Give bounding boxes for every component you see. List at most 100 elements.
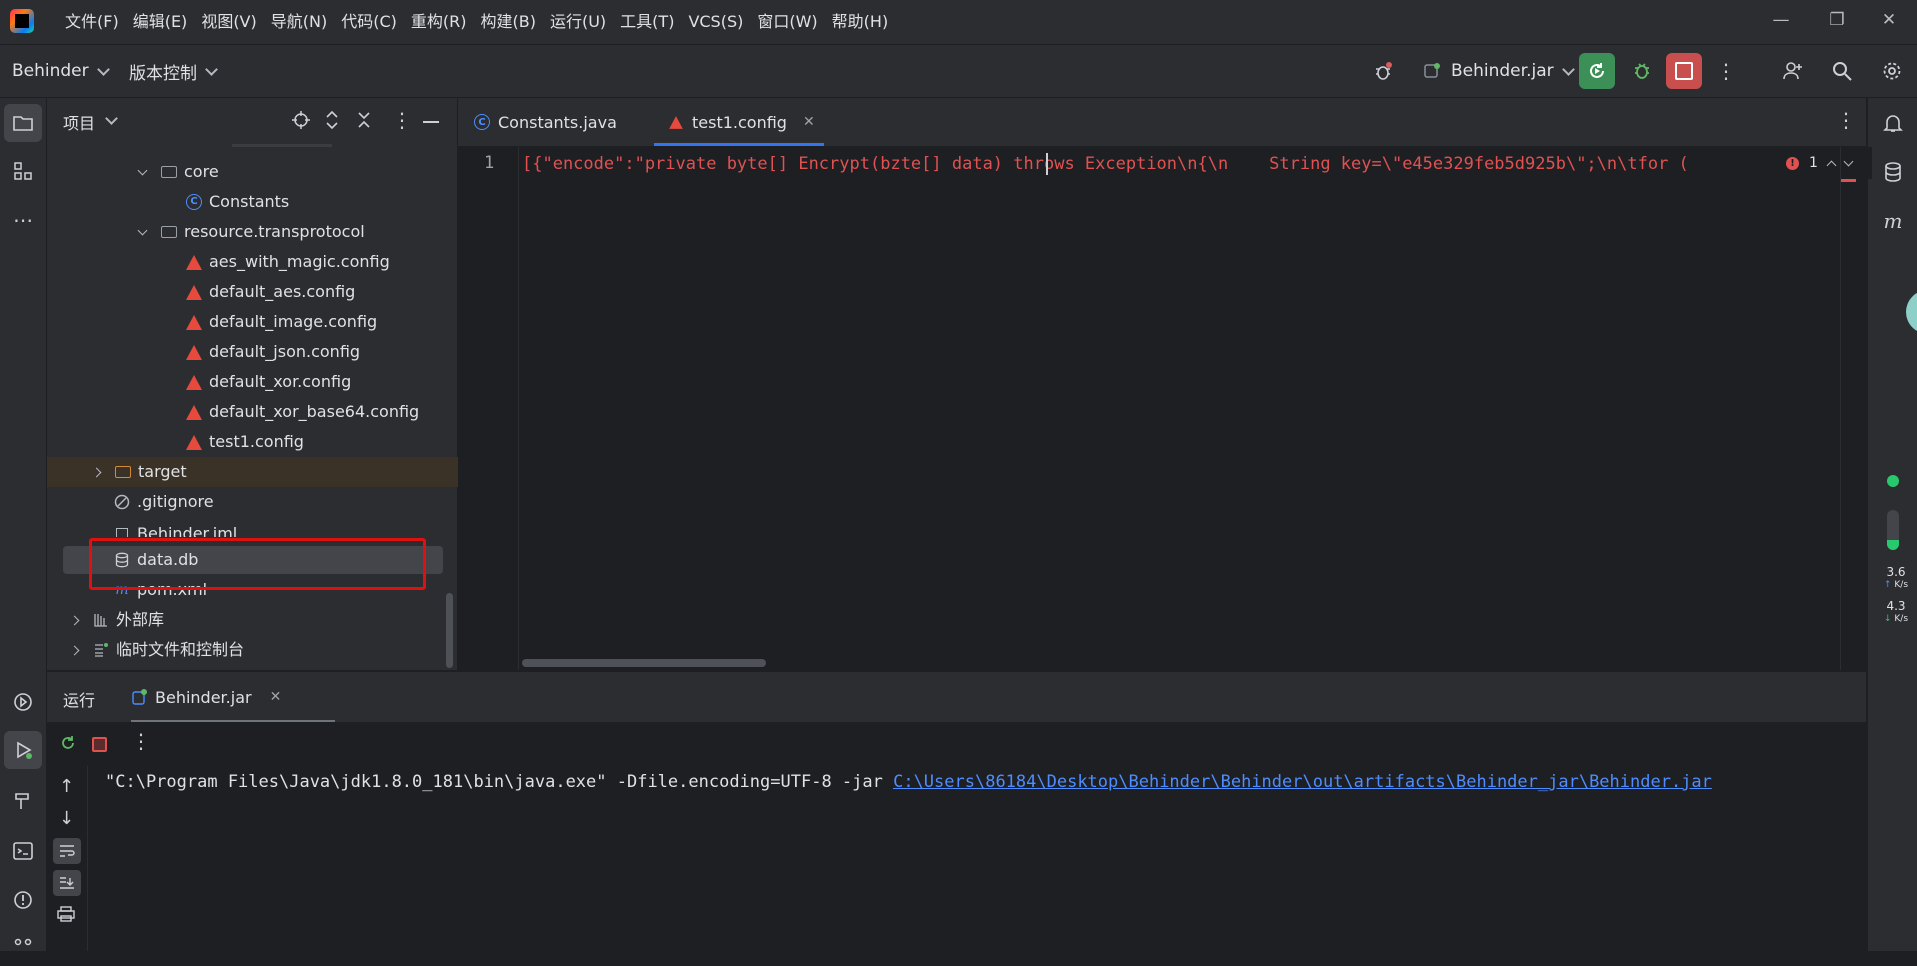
- scroll-to-end-icon[interactable]: [53, 870, 81, 896]
- more-horizontal-icon[interactable]: ⋯: [4, 201, 42, 239]
- collapse-all-icon[interactable]: [356, 110, 372, 134]
- menu-help[interactable]: 帮助(H): [825, 0, 896, 44]
- soft-wrap-icon[interactable]: [53, 838, 81, 864]
- rerun-icon[interactable]: [59, 734, 77, 756]
- chevron-down-icon[interactable]: [137, 165, 148, 175]
- run-panel-header: 运行 Behinder.jar ✕: [47, 671, 1866, 723]
- ignore-file-icon: [113, 493, 131, 511]
- chevron-right-icon[interactable]: [91, 467, 102, 477]
- menu-run[interactable]: 运行(U): [543, 0, 613, 44]
- menu-file[interactable]: 文件(F): [58, 0, 126, 44]
- terminal-icon[interactable]: [4, 832, 42, 870]
- tree-item-behinder-iml[interactable]: Behinder.iml: [47, 517, 523, 537]
- config-file-icon: [185, 403, 203, 421]
- tree-item-gitignore[interactable]: .gitignore: [47, 487, 523, 517]
- tab-test1-config[interactable]: test1.config ✕: [668, 98, 815, 146]
- scroll-up-icon[interactable]: ↑: [59, 776, 74, 797]
- run-tab-behinder-jar[interactable]: Behinder.jar ✕: [131, 672, 281, 722]
- problem-count: 1: [1809, 155, 1818, 171]
- run-console: ⋮ ↑ ↓ "C:\Program Files\Java\jdk1.8.0_18…: [47, 722, 1866, 951]
- config-file-icon: [185, 253, 203, 271]
- status-dot-icon: [1887, 475, 1899, 487]
- menu-window[interactable]: 窗口(W): [750, 0, 824, 44]
- assistant-bubble-icon[interactable]: [1906, 290, 1917, 334]
- chevron-right-icon[interactable]: [69, 615, 80, 625]
- hide-panel-icon[interactable]: [423, 121, 439, 123]
- tree-item-label: resource.transprotocol: [184, 222, 365, 241]
- rerun-icon[interactable]: [1579, 53, 1615, 89]
- scroll-down-icon[interactable]: ↓: [59, 808, 74, 829]
- menu-edit[interactable]: 编辑(E): [126, 0, 195, 44]
- code-editor[interactable]: 1 [{"encode":"private byte[] Encrypt(bzt…: [458, 147, 1872, 670]
- git-icon[interactable]: [4, 928, 42, 966]
- vcs-dropdown[interactable]: 版本控制: [129, 45, 218, 97]
- menu-navigate[interactable]: 导航(N): [264, 0, 334, 44]
- tree-item-label: default_aes.config: [209, 282, 356, 301]
- title-bar: 文件(F) 编辑(E) 视图(V) 导航(N) 代码(C) 重构(R) 构建(B…: [0, 0, 1917, 45]
- inspection-widget[interactable]: ! 1: [1780, 147, 1872, 179]
- close-window-icon[interactable]: ✕: [1860, 0, 1917, 40]
- tree-item-target[interactable]: target: [47, 457, 503, 487]
- tab-constants-java[interactable]: C Constants.java: [474, 98, 617, 146]
- maven-icon[interactable]: m: [1874, 202, 1912, 240]
- problems-icon[interactable]: [4, 881, 42, 919]
- scroll-gutter-line: [1840, 147, 1841, 670]
- print-icon[interactable]: [57, 906, 75, 926]
- net-down-readout: 4.3 ↓ K/s: [1876, 600, 1916, 626]
- close-tab-icon[interactable]: ✕: [270, 689, 282, 705]
- services-icon[interactable]: [4, 683, 42, 721]
- project-dropdown[interactable]: Behinder: [12, 45, 110, 97]
- tree-item-label: target: [138, 462, 187, 481]
- main-toolbar: Behinder 版本控制 Behinder.jar ⋮: [0, 45, 1917, 98]
- menu-code[interactable]: 代码(C): [334, 0, 404, 44]
- console-jar-link[interactable]: C:\Users\86184\Desktop\Behinder\Behinder…: [893, 772, 1712, 792]
- previous-problem-icon[interactable]: [1826, 160, 1837, 170]
- tree-item-external-libraries[interactable]: 外部库: [47, 605, 481, 635]
- net-up-readout: 3.6 ↑ K/s: [1876, 566, 1916, 592]
- menu-view[interactable]: 视图(V): [194, 0, 263, 44]
- chevron-down-icon[interactable]: [105, 112, 118, 125]
- project-folder-icon[interactable]: [4, 104, 42, 142]
- menu-build[interactable]: 构建(B): [474, 0, 543, 44]
- expand-all-icon[interactable]: [324, 110, 340, 134]
- add-user-icon[interactable]: [1775, 53, 1811, 89]
- project-panel-title[interactable]: 项目: [63, 110, 95, 134]
- structure-icon[interactable]: [4, 152, 42, 190]
- debug-off-icon[interactable]: [1365, 53, 1401, 89]
- net-down-unit: K/s: [1894, 614, 1909, 624]
- restore-icon[interactable]: ❐: [1808, 0, 1866, 40]
- run-tab-label: Behinder.jar: [155, 687, 252, 707]
- package-folder-icon: [160, 223, 178, 241]
- database-icon[interactable]: [1874, 153, 1912, 191]
- settings-icon[interactable]: [1874, 53, 1910, 89]
- run-config-dropdown[interactable]: Behinder.jar: [1423, 45, 1575, 97]
- more-vertical-icon[interactable]: ⋮: [1708, 53, 1744, 89]
- notifications-bell-icon[interactable]: [1874, 104, 1912, 142]
- chevron-down-icon[interactable]: [137, 225, 148, 235]
- horizontal-scrollbar[interactable]: [522, 659, 766, 667]
- menu-tools[interactable]: 工具(T): [613, 0, 681, 44]
- next-problem-icon[interactable]: [1843, 156, 1854, 166]
- menu-vcs[interactable]: VCS(S): [681, 0, 750, 44]
- options-vertical-icon[interactable]: ⋮: [392, 108, 412, 132]
- menu-refactor[interactable]: 重构(R): [404, 0, 474, 44]
- build-hammer-icon[interactable]: [4, 782, 42, 820]
- stop-icon[interactable]: [92, 737, 107, 752]
- close-tab-icon[interactable]: ✕: [803, 114, 815, 130]
- error-stripe-mark[interactable]: [1840, 179, 1856, 182]
- tree-item-scratches[interactable]: 临时文件和控制台: [47, 635, 481, 665]
- more-vertical-icon[interactable]: ⋮: [131, 729, 151, 753]
- code-line-1[interactable]: [{"encode":"private byte[] Encrypt(bzte[…: [522, 153, 1832, 175]
- locate-target-icon[interactable]: [291, 110, 311, 134]
- debug-icon[interactable]: [1624, 53, 1660, 89]
- run-tool-icon[interactable]: [4, 731, 42, 769]
- tabs-options-icon[interactable]: ⋮: [1836, 108, 1856, 132]
- stop-icon[interactable]: [1666, 53, 1702, 89]
- intellij-logo-icon[interactable]: [10, 9, 34, 33]
- tree-item-label: .gitignore: [137, 492, 214, 511]
- minimize-icon[interactable]: —: [1752, 0, 1810, 40]
- chevron-right-icon[interactable]: [69, 645, 80, 655]
- config-file-icon: [185, 433, 203, 451]
- project-scrollbar[interactable]: [446, 593, 453, 668]
- search-icon[interactable]: [1824, 53, 1860, 89]
